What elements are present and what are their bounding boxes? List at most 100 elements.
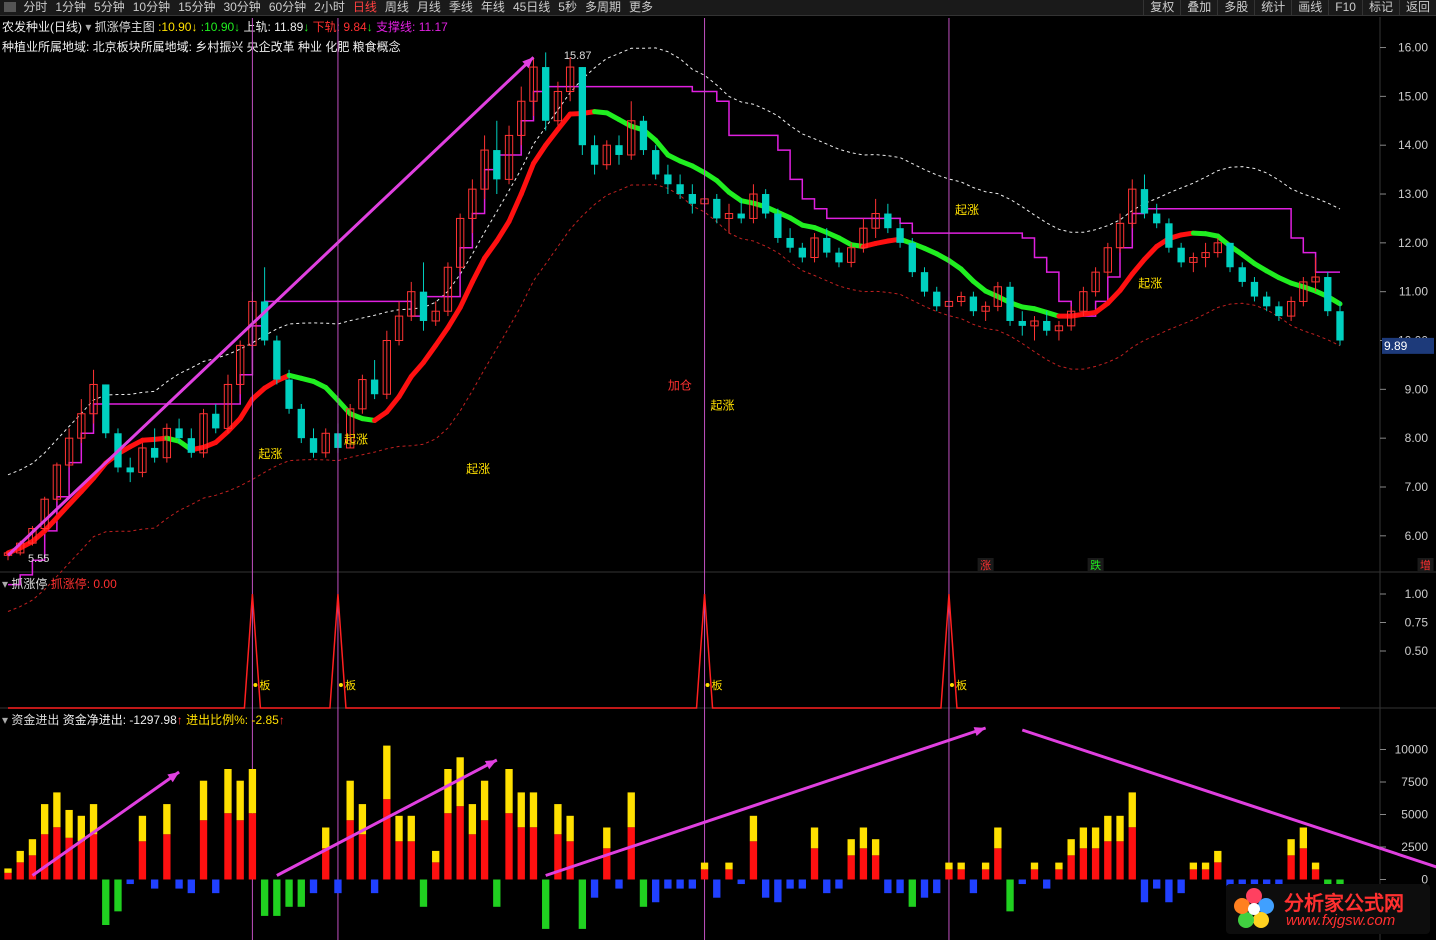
inflow-bar: [749, 841, 758, 880]
outflow-bar: [285, 879, 293, 907]
trend-line-segment: [433, 325, 451, 348]
outflow-bar: [823, 879, 831, 894]
inflow-bar-top: [16, 850, 24, 863]
board-dot: [949, 683, 954, 687]
collapse-icon[interactable]: ▾: [2, 713, 8, 727]
candle-body: [969, 296, 978, 312]
outflow-bar: [774, 879, 782, 903]
y-tick-label: 5000: [1401, 808, 1428, 822]
candle-body: [652, 150, 660, 175]
trend-line-segment: [225, 416, 243, 434]
inflow-bar: [89, 834, 98, 880]
inflow-bar: [1116, 841, 1124, 880]
outflow-bar: [126, 879, 134, 885]
inflow-bar: [1030, 869, 1039, 880]
inflow-bar-top: [517, 792, 525, 828]
inflow-bar-top: [432, 850, 440, 863]
qizhang-label: 起涨: [466, 461, 490, 476]
candle-body: [1238, 267, 1246, 282]
inflow-bar-top: [1116, 815, 1124, 842]
collapse-icon[interactable]: ▾: [2, 577, 8, 591]
inflow-bar: [1067, 855, 1075, 880]
inflow-bar-top: [53, 792, 61, 828]
inflow-bar-top: [859, 827, 868, 849]
candle-body: [786, 237, 794, 248]
inflow-bar-top: [1079, 827, 1088, 849]
inflow-bar-top: [65, 809, 73, 838]
panel2-header: ▾ 抓涨停 抓涨停: 0.00: [2, 575, 117, 592]
outflow-bar: [713, 879, 721, 898]
inflow-bar: [1091, 848, 1100, 880]
inflow-bar: [53, 827, 61, 880]
board-dot: [338, 683, 343, 687]
inflow-bar: [994, 848, 1002, 880]
y-tick-label: 12.00: [1398, 236, 1428, 250]
candle-body: [1006, 286, 1014, 321]
qizhang-label: 起涨: [955, 202, 979, 217]
inflow-bar-top: [566, 815, 574, 842]
trend-line-segment: [543, 126, 561, 148]
trend-line-segment: [1141, 244, 1160, 262]
outflow-bar: [370, 879, 379, 894]
watermark: 分析家公式网 www.fxjgsw.com: [1226, 884, 1430, 934]
trend-line-segment: [518, 161, 536, 197]
inflow-bar-top: [480, 780, 489, 821]
trend-line-segment: [420, 342, 439, 365]
outflow-bar: [761, 879, 770, 898]
outflow-bar: [639, 879, 648, 907]
trend-line-segment: [396, 374, 414, 400]
inflow-bar-top: [468, 804, 477, 835]
candle-body: [1275, 306, 1283, 317]
inflow-bar: [163, 834, 171, 880]
inflow-bar: [945, 869, 953, 880]
inflow-bar: [346, 820, 354, 880]
candle-body: [542, 67, 550, 121]
inflow-bar: [700, 869, 709, 880]
trend-line-segment: [445, 305, 463, 331]
chart-canvas: 6.007.008.009.0010.0011.0012.0013.0014.0…: [0, 17, 1436, 940]
candle-body: [920, 272, 929, 292]
candle-body: [1336, 311, 1344, 341]
y-tick-label: 0.75: [1405, 616, 1429, 630]
outflow-bar: [798, 879, 806, 889]
outflow-bar: [969, 879, 978, 894]
candle-body: [260, 301, 269, 341]
outflow-bar: [1153, 879, 1161, 889]
candle-body: [835, 252, 843, 263]
flow-arrow: [545, 726, 987, 877]
inflow-bar-top: [981, 862, 990, 870]
trend-line-segment: [237, 396, 255, 422]
outflow-bar: [1165, 879, 1173, 903]
inflow-bar-top: [395, 815, 403, 842]
inflow-bar: [1104, 841, 1112, 880]
inflow-bar-top: [28, 839, 37, 856]
inflow-bar: [859, 848, 868, 880]
outflow-bar: [688, 879, 696, 889]
lower-band-line: [7, 184, 1341, 612]
inflow-bar-top: [1189, 862, 1198, 870]
candle-body: [1043, 320, 1051, 331]
low-mark-label: 5.55: [28, 553, 49, 565]
inflow-bar: [28, 855, 37, 880]
inflow-bar-top: [847, 839, 855, 856]
candle-body: [823, 237, 831, 253]
candle-body: [896, 228, 904, 243]
panel2-name: 抓涨停: [11, 577, 48, 591]
candle-body: [798, 247, 806, 258]
inflow-bar-top: [810, 827, 819, 849]
inflow-bar: [224, 813, 232, 880]
outflow-bar: [1006, 879, 1014, 912]
inflow-bar-top: [529, 792, 538, 828]
y-tick-label: 16.00: [1398, 41, 1428, 55]
inflow-bar: [65, 837, 73, 880]
y-tick-label: 7.00: [1405, 480, 1429, 494]
inflow-bar-top: [138, 815, 147, 842]
candle-body: [309, 438, 318, 453]
trend-line-segment: [958, 266, 976, 284]
signal-label: 增: [1420, 558, 1431, 572]
outflow-bar: [334, 879, 342, 894]
inflow-bar: [1214, 862, 1222, 880]
inflow-bar-top: [163, 804, 171, 835]
outflow-bar: [676, 879, 684, 889]
candle-body: [285, 379, 293, 409]
